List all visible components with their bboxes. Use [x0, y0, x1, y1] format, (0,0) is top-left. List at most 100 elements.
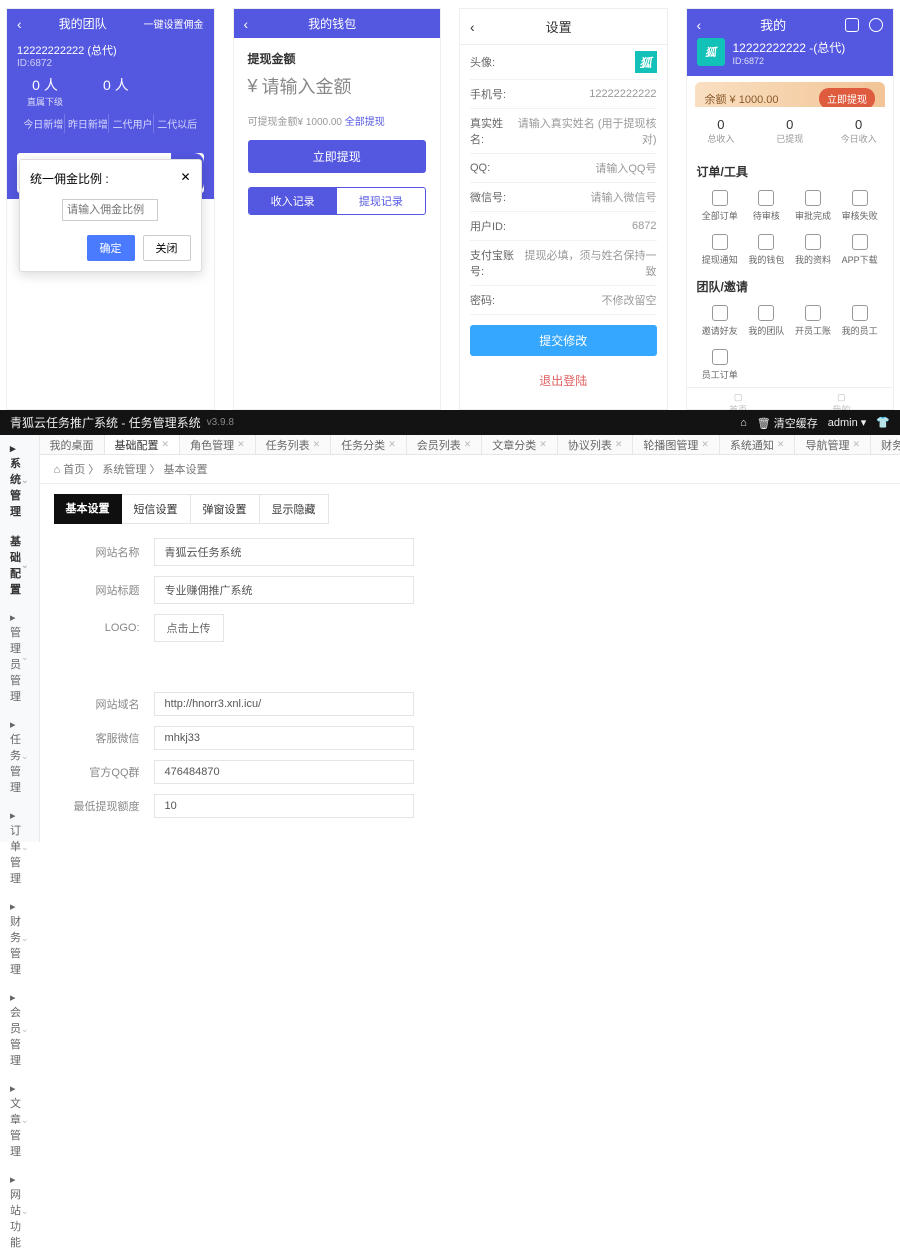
- subtab[interactable]: 基本设置: [54, 494, 122, 524]
- cancel-button[interactable]: 关闭: [143, 235, 191, 261]
- form-input[interactable]: mhkj33: [154, 726, 414, 750]
- admin-tab[interactable]: 轮播图管理✕: [633, 435, 720, 454]
- withdraw-button[interactable]: 立即提现: [819, 88, 875, 109]
- sidebar-item[interactable]: ▸ 网站功能⌄: [0, 1166, 39, 1257]
- admin-tab[interactable]: 协议列表✕: [558, 435, 634, 454]
- grid-icon: [805, 234, 821, 250]
- submit-button[interactable]: 提交修改: [470, 325, 657, 356]
- stat-item: 0已提现: [755, 117, 824, 145]
- close-icon[interactable]: ✕: [539, 439, 547, 450]
- withdraw-button[interactable]: 立即提现: [248, 140, 427, 173]
- grid-item[interactable]: 待审核: [743, 184, 790, 228]
- admin-tab[interactable]: 会员列表✕: [407, 435, 483, 454]
- form-input[interactable]: 专业赚佣推广系统: [154, 576, 414, 604]
- subtab[interactable]: 短信设置: [122, 494, 191, 524]
- admin-tab[interactable]: 基础配置✕: [105, 435, 181, 454]
- admin-tab[interactable]: 系统通知✕: [720, 435, 796, 454]
- sidebar-item[interactable]: ▸ 任务管理⌄: [0, 711, 39, 802]
- close-icon[interactable]: ✕: [464, 439, 472, 450]
- clear-cache-button[interactable]: 🗑 清空缓存: [757, 415, 818, 431]
- user-name: 12222222222 -(总代): [733, 39, 846, 56]
- form-input[interactable]: http://hnorr3.xnl.icu/: [154, 692, 414, 716]
- grid-item[interactable]: 我的员工: [836, 299, 883, 343]
- tab-yesterday[interactable]: 昨日新增: [68, 114, 110, 133]
- close-icon[interactable]: ✕: [701, 439, 709, 450]
- close-icon[interactable]: ✕: [852, 439, 860, 450]
- phone-settings: ‹ 设置 头像:狐手机号:12222222222真实姓名:请输入真实姓名 (用于…: [459, 8, 668, 410]
- close-icon[interactable]: ✕: [162, 439, 170, 450]
- close-icon[interactable]: ✕: [237, 439, 245, 450]
- grid-item[interactable]: 开员工账: [790, 299, 837, 343]
- form-input[interactable]: 青狐云任务系统: [154, 538, 414, 566]
- grid-item[interactable]: APP下载: [836, 228, 883, 272]
- grid-item[interactable]: 全部订单: [697, 184, 744, 228]
- sidebar-item[interactable]: ▸ 订单管理⌄: [0, 802, 39, 893]
- tab-gen2plus[interactable]: 二代以后: [157, 114, 198, 133]
- theme-icon[interactable]: 👕: [876, 416, 890, 429]
- back-icon[interactable]: ‹: [17, 16, 22, 32]
- sidebar-item[interactable]: 基础配置⌄: [0, 526, 39, 604]
- admin-tab[interactable]: 文章分类✕: [482, 435, 558, 454]
- subtab[interactable]: 弹窗设置: [191, 494, 260, 524]
- tab-gen2[interactable]: 二代用户: [112, 114, 154, 133]
- withdraw-all-link[interactable]: 全部提现: [345, 117, 385, 128]
- setting-row[interactable]: 用户ID:6872: [470, 212, 657, 241]
- close-icon[interactable]: ✕: [615, 439, 623, 450]
- admin-tab[interactable]: 财务审✕: [871, 435, 900, 454]
- home-icon[interactable]: ⌂: [740, 417, 747, 429]
- setting-row[interactable]: 手机号:12222222222: [470, 80, 657, 109]
- grid-item[interactable]: 我的团队: [743, 299, 790, 343]
- ok-button[interactable]: 确定: [87, 235, 135, 261]
- back-icon[interactable]: ‹: [244, 16, 249, 32]
- form-input[interactable]: 476484870: [154, 760, 414, 784]
- back-icon[interactable]: ‹: [697, 17, 702, 33]
- admin-tab[interactable]: 我的桌面: [40, 435, 105, 454]
- grid-item[interactable]: 我的资料: [790, 228, 837, 272]
- gear-icon[interactable]: [845, 18, 859, 32]
- close-icon[interactable]: ✕: [777, 439, 785, 450]
- back-icon[interactable]: ‹: [470, 19, 475, 35]
- form-row: LOGO:点击上传: [60, 614, 900, 642]
- setting-row[interactable]: 支付宝账号:提现必填，须与姓名保持一致: [470, 241, 657, 286]
- grid-item[interactable]: 邀请好友: [697, 299, 744, 343]
- tab-today[interactable]: 今日新增: [23, 114, 65, 133]
- grid-item[interactable]: 我的钱包: [743, 228, 790, 272]
- sidebar-item[interactable]: ▸ 财务管理⌄: [0, 893, 39, 984]
- balance-label: 余额 ¥ 1000.00: [705, 91, 779, 107]
- sidebar-item[interactable]: ▸ 会员管理⌄: [0, 984, 39, 1075]
- admin-tab[interactable]: 任务分类✕: [331, 435, 407, 454]
- amount-input[interactable]: ¥ 请输入金额: [248, 73, 427, 99]
- form-input[interactable]: 10: [154, 794, 414, 818]
- admin-panel: 青狐云任务推广系统 - 任务管理系统 v3.9.8 ⌂ 🗑 清空缓存 admin…: [0, 410, 900, 843]
- admin-user[interactable]: admin ▾: [828, 416, 867, 429]
- grid-item[interactable]: 提现通知: [697, 228, 744, 272]
- admin-tab[interactable]: 导航管理✕: [795, 435, 871, 454]
- seg-withdraw[interactable]: 提现记录: [337, 188, 425, 214]
- setting-row[interactable]: 密码:不修改留空: [470, 286, 657, 315]
- title: 我的钱包: [308, 15, 356, 32]
- sidebar-item[interactable]: ▸ 系统管理⌄: [0, 435, 39, 526]
- sidebar-item[interactable]: ▸ 管理员管理⌄: [0, 604, 39, 711]
- sidebar-item[interactable]: ▸ 文章管理⌄: [0, 1075, 39, 1166]
- setting-row[interactable]: 头像:狐: [470, 45, 657, 80]
- logout-button[interactable]: 退出登陆: [460, 366, 667, 395]
- seg-income[interactable]: 收入记录: [249, 188, 337, 214]
- grid-item[interactable]: 审核失败: [836, 184, 883, 228]
- commission-button[interactable]: 一键设置佣金: [144, 16, 204, 31]
- close-icon[interactable]: ✕: [388, 439, 396, 450]
- admin-sidebar: ▸ 系统管理⌄基础配置⌄▸ 管理员管理⌄▸ 任务管理⌄▸ 订单管理⌄▸ 财务管理…: [0, 435, 40, 842]
- close-icon[interactable]: ✕: [313, 439, 321, 450]
- bell-icon[interactable]: [869, 18, 883, 32]
- grid-item[interactable]: 员工订单: [697, 343, 744, 387]
- setting-row[interactable]: 微信号:请输入微信号: [470, 183, 657, 212]
- avatar[interactable]: 狐: [697, 38, 725, 66]
- close-icon[interactable]: ✕: [180, 170, 190, 187]
- setting-row[interactable]: QQ:请输入QQ号: [470, 154, 657, 183]
- upload-button[interactable]: 点击上传: [154, 614, 224, 642]
- admin-tab[interactable]: 角色管理✕: [180, 435, 256, 454]
- admin-tab[interactable]: 任务列表✕: [256, 435, 332, 454]
- subtab[interactable]: 显示隐藏: [260, 494, 329, 524]
- grid-item[interactable]: 审批完成: [790, 184, 837, 228]
- setting-row[interactable]: 真实姓名:请输入真实姓名 (用于提现核对): [470, 109, 657, 154]
- commission-input[interactable]: [62, 199, 158, 221]
